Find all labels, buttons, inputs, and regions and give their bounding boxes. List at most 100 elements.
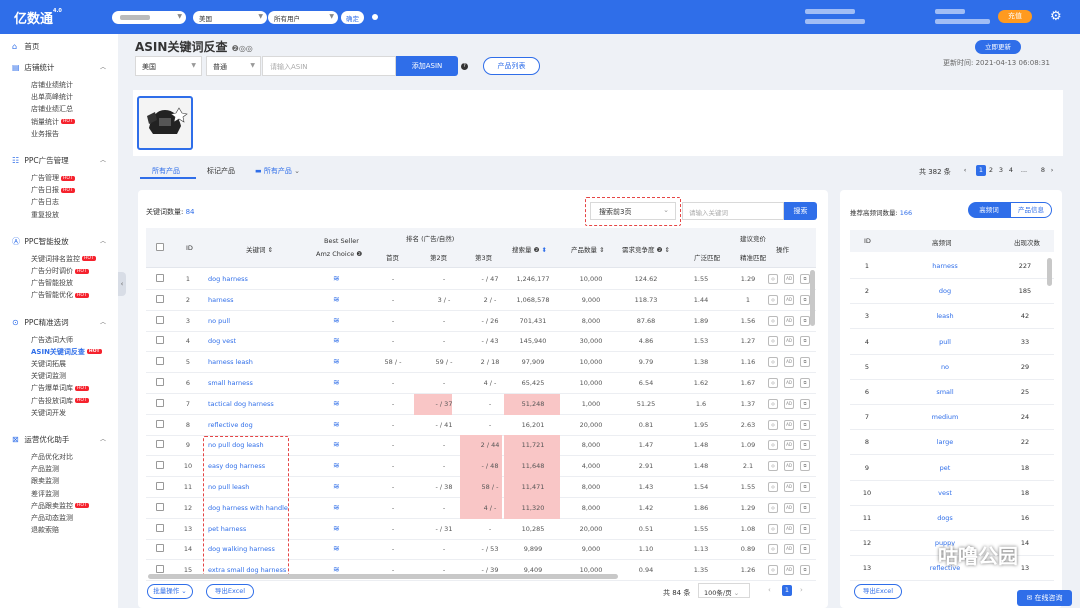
monitor-icon[interactable]: ◎ [768,378,778,388]
ad-icon[interactable]: AD [784,419,794,430]
monitor-icon[interactable]: ◎ [768,398,778,409]
sidebar-item[interactable]: 产品监测 [31,464,59,474]
copy-icon[interactable]: ⧉ [800,398,810,409]
table-row[interactable]: 7 tactical dog harness - - / 37 - 51,248 1,000… [146,393,816,415]
help-icon[interactable]: ❷◎◎ [232,44,253,53]
ad-icon[interactable]: AD [784,482,794,492]
page-3[interactable]: 3 [996,165,1006,176]
layers-icon[interactable]: ≋ [333,420,340,429]
sidebar-group-3[interactable]: ⊙ PPC精准选词 ︿ [12,317,106,328]
row-checkbox[interactable] [156,544,164,553]
store-select[interactable]: ▼ [112,11,186,24]
sidebar-item[interactable]: 出单高峰统计 [31,92,73,102]
sidebar-item[interactable]: 产品优化对比 [31,452,73,462]
copy-icon[interactable]: ⧉ [800,274,810,284]
row-checkbox[interactable] [156,482,164,490]
online-chat-button[interactable]: ✉ 在线咨询 [1017,590,1072,606]
row-checkbox[interactable] [156,315,164,324]
hf-row[interactable]: 11 dogs 16 [850,506,1054,531]
layers-icon[interactable]: ≋ [333,399,340,408]
cell-kw[interactable]: dog vest [208,337,308,345]
cell-kw[interactable]: reflective dog [208,421,308,429]
table-row[interactable]: 4 dog vest - - - / 43 145,940 30,000 4.86 1.53 1.… [146,331,816,353]
sidebar-item[interactable]: 重复投放 [31,210,59,220]
hf-cell-word[interactable]: medium [900,413,990,421]
hf-row[interactable]: 1 harness 227 [850,254,1054,279]
row-checkbox[interactable] [156,502,164,511]
layers-icon[interactable]: ≋ [333,274,340,283]
ad-icon[interactable]: AD [784,294,794,305]
layers-icon[interactable]: ≋ [333,503,340,512]
sidebar-group-0[interactable]: ▤ 店铺统计 ︿ [12,62,106,73]
hf-cell-word[interactable]: dogs [900,514,990,522]
monitor-icon[interactable]: ◎ [768,274,778,284]
layers-icon[interactable]: ≋ [333,336,340,345]
seg-high-freq[interactable]: 高频词 [968,202,1010,218]
copy-icon[interactable]: ⧉ [800,294,810,305]
table-row[interactable]: 3 no pull - - - / 26 701,431 8,000 87.68 1.89 1.5… [146,311,816,332]
row-checkbox[interactable] [156,565,164,574]
product-list-button[interactable]: 产品列表 [483,57,540,75]
hf-cell-word[interactable]: small [900,388,990,396]
page-2[interactable]: 2 [986,165,996,176]
monitor-icon[interactable]: ◎ [768,336,778,347]
sidebar-item[interactable]: ASIN关键词反查 HOT [31,347,102,357]
sidebar-item[interactable]: 广告日志 [31,197,59,207]
cell-kw[interactable]: dog harness [208,275,308,283]
product-thumbnail[interactable] [137,96,193,150]
sidebar-item[interactable]: 广告管理 HOT [31,173,75,183]
monitor-icon[interactable]: ◎ [768,357,778,368]
row-checkbox[interactable] [156,523,164,532]
layers-icon[interactable]: ≋ [333,357,340,366]
hf-cell-word[interactable]: vest [900,489,990,497]
ad-icon[interactable]: AD [784,565,794,576]
table-row[interactable]: 5 harness leash 58 / - 59 / - 2 / 18 97,909 10… [146,352,816,374]
per-page-select[interactable]: 100条/页 ⌄ [698,583,750,598]
country-select[interactable]: 美国 ▼ [193,11,267,24]
copy-icon[interactable]: ⧉ [800,523,810,534]
monitor-icon[interactable]: ◎ [768,544,778,555]
ad-icon[interactable]: AD [784,274,794,284]
sidebar-item[interactable]: 关键词排名监控 HOT [31,254,96,264]
col-keyword[interactable]: 关键词 ⇕ [246,244,273,254]
sidebar-group-4[interactable]: ⊠ 运营优化助手 ︿ [12,434,106,445]
copy-icon[interactable]: ⧉ [800,482,810,492]
row-checkbox[interactable] [156,357,164,366]
row-checkbox[interactable] [156,274,164,282]
help-icon[interactable]: ❷ [356,250,362,258]
col-count[interactable]: 产品数量 ⇕ [571,244,605,254]
hf-scrollbar[interactable] [1047,258,1052,286]
layers-icon[interactable]: ≋ [333,565,340,574]
hf-cell-word[interactable]: large [900,438,990,446]
row-checkbox[interactable] [156,378,164,386]
hf-cell-word[interactable]: dog [900,287,990,295]
ad-icon[interactable]: AD [784,398,794,409]
vertical-scrollbar[interactable] [810,270,815,326]
sidebar-item[interactable]: 产品跟卖监控 HOT [31,501,89,511]
cell-kw[interactable]: harness leash [208,358,308,366]
keyword-search-input[interactable]: 请输入关键词 [682,202,784,220]
hf-cell-word[interactable]: pull [900,338,990,346]
ad-icon[interactable]: AD [784,461,794,472]
next-page-icon[interactable]: › [800,586,803,594]
sidebar-item[interactable]: 广告投放词库 HOT [31,396,89,406]
page-...[interactable]: ... [1019,165,1029,176]
col-volume[interactable]: 搜索量 ❷ ⬍ [512,244,547,254]
horizontal-scrollbar[interactable] [148,574,618,579]
sidebar-group-1[interactable]: ☷ PPC广告管理 ︿ [12,155,106,166]
monitor-icon[interactable]: ◎ [768,315,778,326]
hf-row[interactable]: 8 large 22 [850,430,1054,456]
user-select[interactable]: 所有用户 ▼ [268,11,338,24]
ad-icon[interactable]: AD [784,523,794,534]
hf-row[interactable]: 10 vest 18 [850,481,1054,506]
copy-icon[interactable]: ⧉ [800,336,810,347]
copy-icon[interactable]: ⧉ [800,440,810,451]
hf-row[interactable]: 9 pet 18 [850,456,1054,481]
sidebar-item[interactable]: 广告智能投放 [31,278,73,288]
row-checkbox[interactable] [156,440,164,449]
ad-icon[interactable]: AD [784,336,794,347]
sidebar-item[interactable]: 广告智能优化 HOT [31,290,89,300]
asin-input[interactable]: 请输入ASIN [262,56,396,76]
prev-page-icon[interactable]: ‹ [960,165,970,176]
monitor-icon[interactable]: ◎ [768,482,778,492]
